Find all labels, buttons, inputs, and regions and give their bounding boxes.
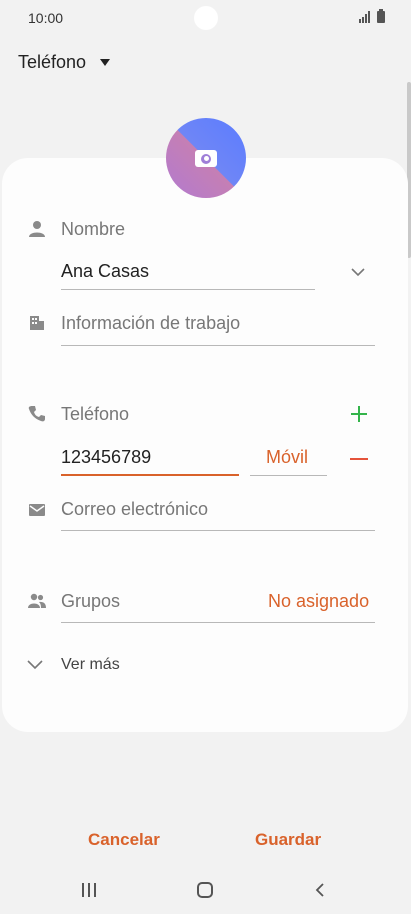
email-icon <box>29 504 45 516</box>
back-icon[interactable] <box>313 882 327 898</box>
status-time: 10:00 <box>28 10 64 26</box>
status-icons <box>359 9 385 23</box>
groups-selector[interactable]: No asignado <box>268 591 369 612</box>
signal-icon <box>359 11 370 23</box>
phone-type-selector[interactable]: Móvil <box>266 447 308 468</box>
camera-cutout <box>194 6 218 30</box>
cancel-button[interactable]: Cancelar <box>88 830 160 850</box>
battery-icon <box>377 9 385 23</box>
navigation-bar <box>0 872 411 908</box>
chevron-down-icon <box>27 660 43 670</box>
save-button[interactable]: Guardar <box>255 830 321 850</box>
contact-form-card <box>2 158 408 732</box>
account-label: Teléfono <box>18 52 87 72</box>
groups-label: Grupos <box>61 591 121 611</box>
group-icon <box>28 593 46 608</box>
email-field[interactable]: Correo electrónico <box>61 499 208 520</box>
person-icon <box>29 221 45 237</box>
groups-underline <box>61 622 375 623</box>
bottom-actions: Cancelar Guardar <box>0 828 411 852</box>
status-bar: 10:00 <box>0 0 411 36</box>
account-selector[interactable]: Teléfono <box>18 52 111 73</box>
name-field[interactable]: Ana Casas <box>61 261 149 282</box>
work-info-field[interactable]: Información de trabajo <box>61 313 240 334</box>
work-info-underline <box>61 345 375 346</box>
name-label: Nombre <box>61 219 126 239</box>
home-icon[interactable] <box>197 882 213 898</box>
view-more-button[interactable]: Ver más <box>61 656 120 674</box>
add-photo-button[interactable] <box>166 118 246 198</box>
name-underline <box>61 289 315 290</box>
phone-icon <box>28 406 45 422</box>
dropdown-arrow-icon <box>100 59 111 66</box>
email-underline <box>61 530 375 531</box>
minus-icon[interactable] <box>350 458 368 460</box>
phone-type-underline <box>250 475 327 476</box>
camera-icon <box>195 149 217 167</box>
phone-label: Teléfono <box>61 404 130 424</box>
building-icon <box>30 316 44 330</box>
chevron-down-icon[interactable] <box>350 264 366 280</box>
recents-icon[interactable] <box>82 883 96 897</box>
phone-number-field[interactable]: 123456789 <box>61 447 151 468</box>
plus-icon[interactable] <box>350 405 368 423</box>
phone-underline <box>61 474 239 476</box>
